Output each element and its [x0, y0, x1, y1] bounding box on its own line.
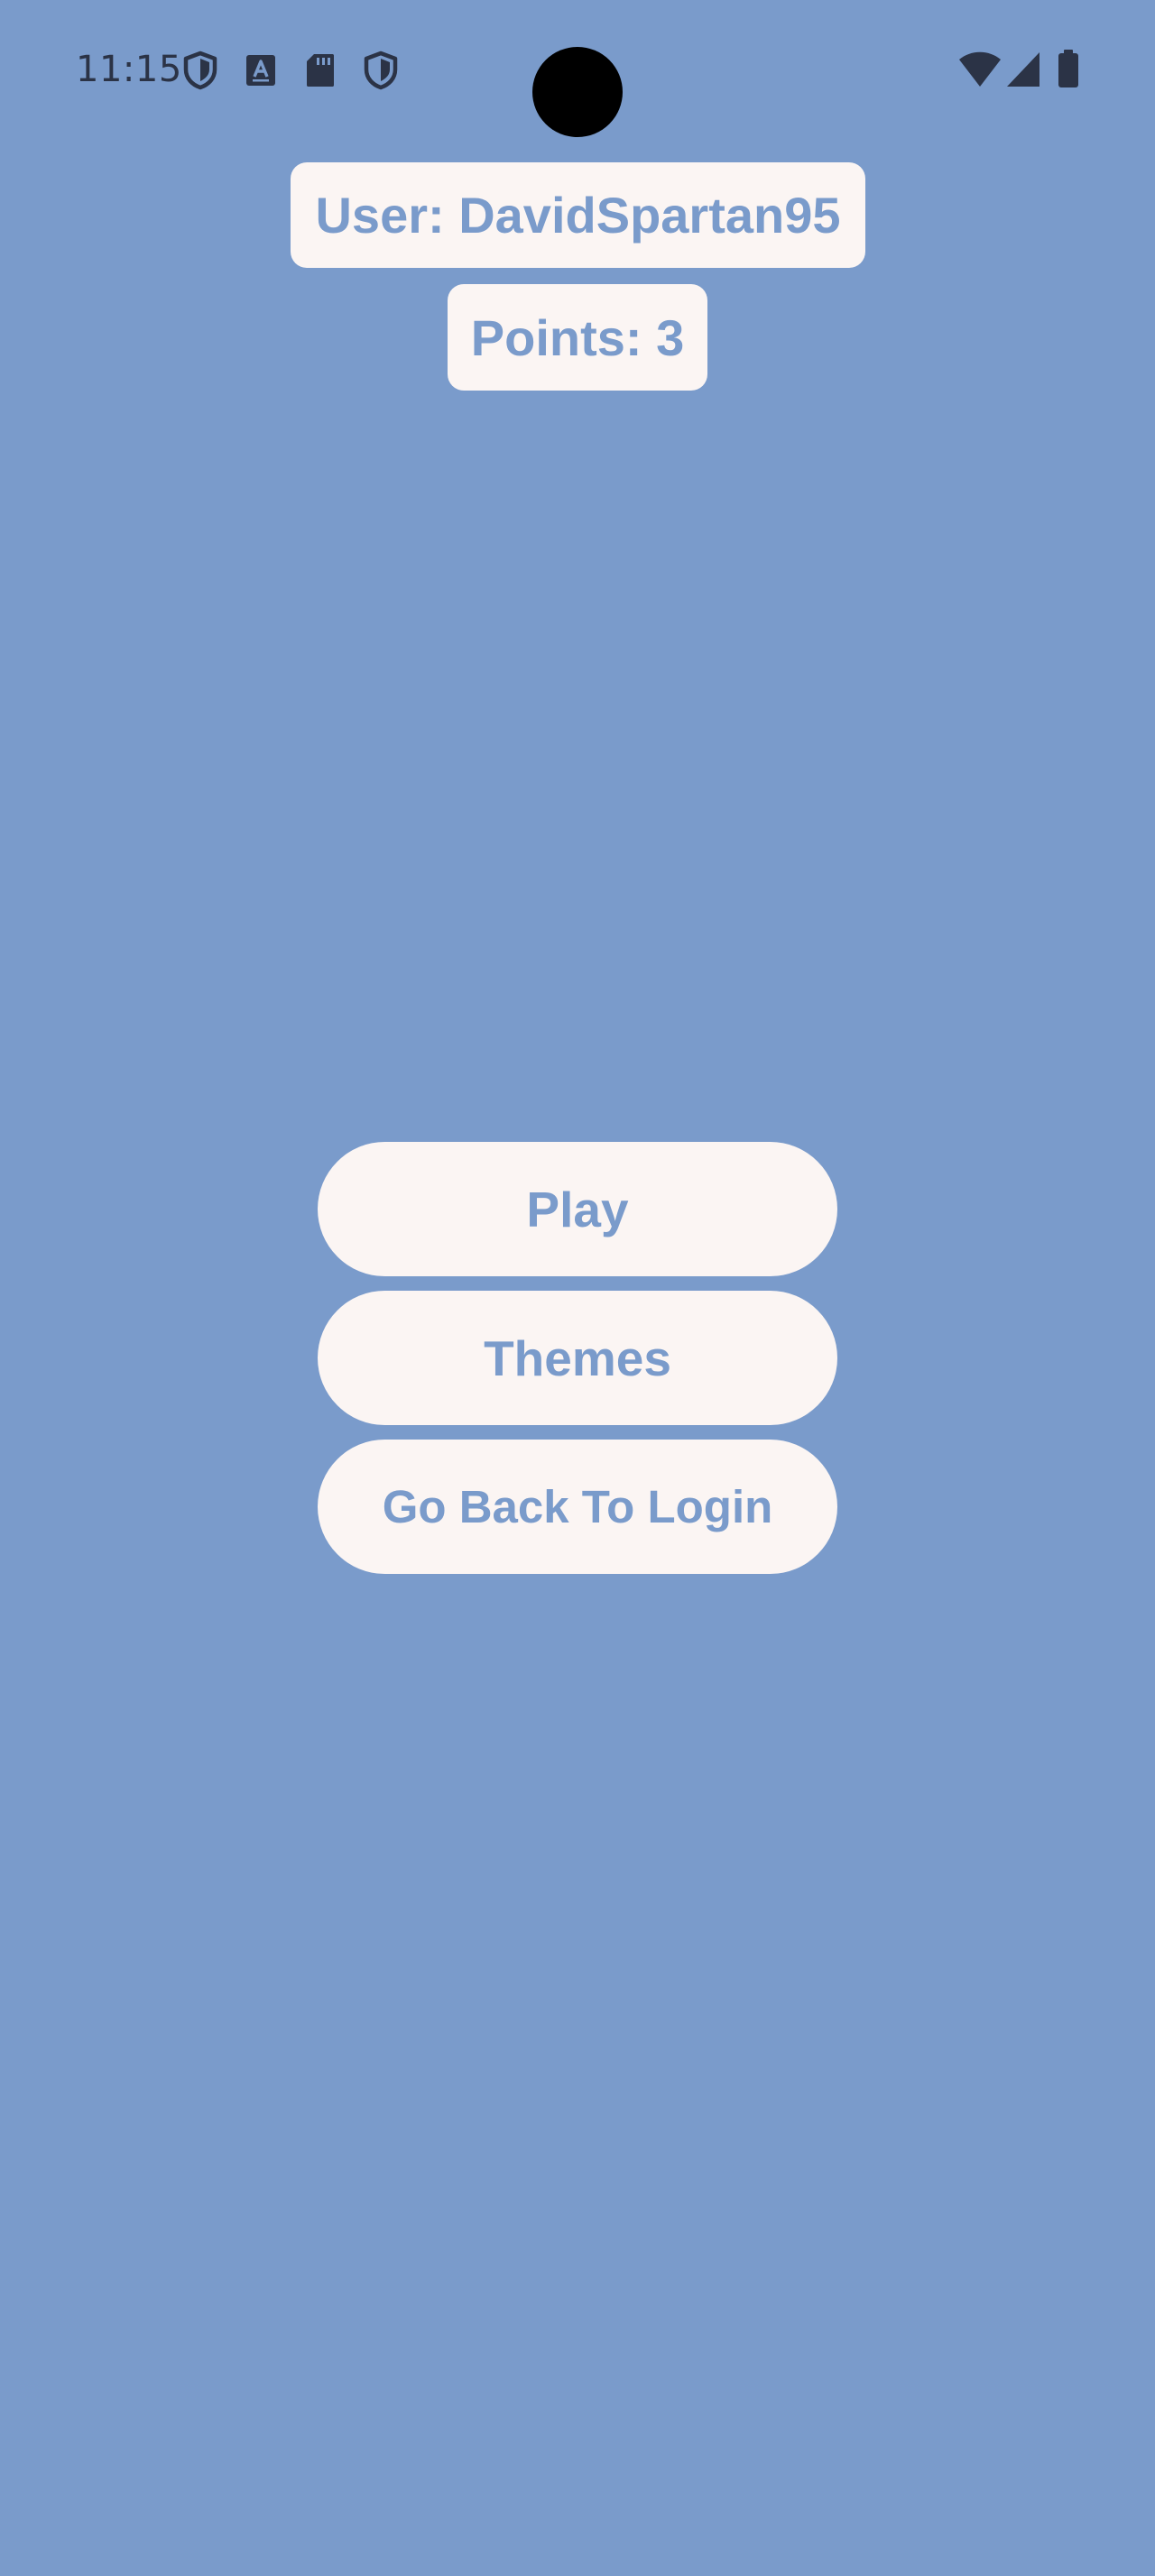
- status-bar: 11:15: [0, 0, 1155, 140]
- cellular-signal-icon: [1007, 52, 1040, 87]
- shield-icon: [364, 51, 398, 90]
- shield-icon: [183, 51, 217, 90]
- wifi-icon: [959, 51, 1001, 87]
- sd-card-icon: [307, 54, 334, 87]
- font-a-icon: [246, 55, 275, 86]
- status-time: 11:15: [76, 49, 182, 90]
- user-label: User: DavidSpartan95: [291, 162, 865, 268]
- play-button[interactable]: Play: [318, 1142, 837, 1276]
- points-label: Points: 3: [448, 284, 707, 391]
- battery-icon: [1058, 50, 1078, 87]
- themes-button[interactable]: Themes: [318, 1291, 837, 1425]
- camera-cutout: [532, 47, 623, 137]
- go-back-to-login-button[interactable]: Go Back To Login: [318, 1440, 837, 1574]
